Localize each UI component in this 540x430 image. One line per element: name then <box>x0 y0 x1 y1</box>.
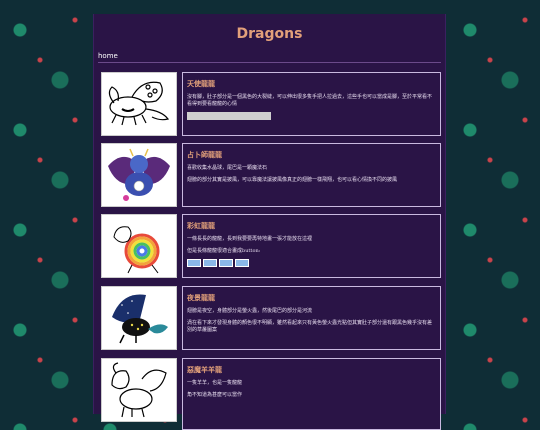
dragon-description: 一條長長的龍龍，長到我要要再特地畫一張才能放在這裡 <box>187 236 313 242</box>
rainbow-dragon-button[interactable] <box>187 259 201 267</box>
dragon-info-box: 占卜師龍龍 喜歡收集水晶球，尾巴是一顆魔法石 翅膀的部分其實是披風，可以靠魔法讓… <box>182 143 441 207</box>
nav-divider <box>98 62 441 63</box>
dragon-drawing-night <box>101 286 177 350</box>
dragon-info-box: 惡魔羊羊龍 一隻羊羊，也是一隻龍龍 角不知道為甚麼可以當作 <box>182 358 441 430</box>
page-title: Dragons <box>236 26 303 42</box>
dragon-card-angel: 天使龍龍 沒有腳，肚子部分是一個黑色的大裂縫，可以伸出很多隻手把人拉過去，這些手… <box>98 72 441 136</box>
dragon-name: 占卜師龍龍 <box>187 151 222 159</box>
dragon-description: 角不知道為甚麼可以當作 <box>187 392 243 398</box>
dragon-name: 彩虹龍龍 <box>187 222 215 230</box>
dragon-card-fortune: 占卜師龍龍 喜歡收集水晶球，尾巴是一顆魔法石 翅膀的部分其實是披風，可以靠魔法讓… <box>98 143 441 207</box>
dragon-description: 渦在看下來才發現身體的顏色很不明顯，雖然看起來只有黃色螢火蟲光點但其實肚子部分還… <box>187 320 433 333</box>
nav-home-link[interactable]: home <box>98 52 118 60</box>
dragon-info-box: 彩虹龍龍 一條長長的龍龍，長到我要要再特地畫一張才能放在這裡 但是長條龍龍很適合… <box>182 214 441 278</box>
rainbow-dragon-button[interactable] <box>219 259 233 267</box>
dragon-image-strip <box>187 112 271 120</box>
dragon-card-rainbow: 彩虹龍龍 一條長長的龍龍，長到我要要再特地畫一張才能放在這裡 但是長條龍龍很適合… <box>98 214 441 278</box>
dragon-card-night: 夜景龍龍 翅膀是夜空，身體部分是螢火蟲，然後尾巴的部分是河流 渦在看下來才發現身… <box>98 286 441 350</box>
dragon-drawing-demon-sheep <box>101 358 177 422</box>
dragon-info-box: 夜景龍龍 翅膀是夜空，身體部分是螢火蟲，然後尾巴的部分是河流 渦在看下來才發現身… <box>182 286 441 350</box>
rainbow-dragon-button[interactable] <box>203 259 217 267</box>
dragon-drawing-angel <box>101 72 177 136</box>
page-container: Dragons home 天使龍龍 沒有腳，肚子部分是一個黑色的大裂縫，可以伸出… <box>93 14 446 430</box>
dragon-drawing-rainbow <box>101 214 177 278</box>
dragon-name: 夜景龍龍 <box>187 294 215 302</box>
dragon-info-box: 天使龍龍 沒有腳，肚子部分是一個黑色的大裂縫，可以伸出很多隻手把人拉過去，這些手… <box>182 72 441 136</box>
dragon-name: 惡魔羊羊龍 <box>187 366 222 374</box>
dragon-description: 一隻羊羊，也是一隻龍龍 <box>187 380 243 386</box>
rainbow-button-row <box>187 259 440 267</box>
dragon-name: 天使龍龍 <box>187 80 215 88</box>
dragon-description: 但是長條龍龍很適合畫成button: <box>187 248 261 254</box>
dragon-description: 喜歡收集水晶球，尾巴是一顆魔法石 <box>187 165 268 171</box>
dragon-description: 翅膀是夜空，身體部分是螢火蟲，然後尾巴的部分是河流 <box>187 308 313 314</box>
dragon-description: 翅膀的部分其實是披風，可以靠魔法讓披風像真正的翅膀一樣飛翔，也可以看心情換不同的… <box>187 177 398 183</box>
dragon-description: 沒有腳，肚子部分是一個黑色的大裂縫，可以伸出很多隻手把人拉過去，這些手也可以當成… <box>187 94 433 107</box>
dragon-drawing-fortune <box>101 143 177 207</box>
dragon-card-demon-sheep: 惡魔羊羊龍 一隻羊羊，也是一隻龍龍 角不知道為甚麼可以當作 <box>98 358 441 430</box>
rainbow-dragon-button[interactable] <box>235 259 249 267</box>
